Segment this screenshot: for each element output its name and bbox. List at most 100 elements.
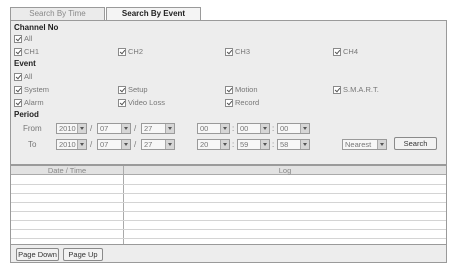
from-label: From [23, 124, 42, 133]
from-second-value: 00 [280, 124, 289, 133]
event-smart-checkbox[interactable]: S.M.A.R.T. [333, 85, 379, 94]
tab-search-by-event[interactable]: Search By Event [106, 7, 201, 20]
check-icon [118, 47, 126, 56]
time-separator: : [232, 140, 235, 149]
from-hour-value: 00 [200, 124, 209, 133]
to-label: To [28, 140, 37, 149]
channel-ch3-label: CH3 [235, 47, 251, 56]
table-row[interactable] [11, 211, 446, 212]
event-setup-checkbox[interactable]: Setup [118, 85, 148, 94]
to-second-select[interactable]: 58 [277, 139, 310, 150]
table-row[interactable] [11, 229, 446, 230]
event-record-label: Record [235, 98, 260, 107]
event-all-label: All [24, 72, 33, 81]
check-icon [118, 98, 126, 107]
channel-ch2-checkbox[interactable]: CH2 [118, 47, 143, 56]
event-setup-label: Setup [128, 85, 148, 94]
check-icon [225, 85, 233, 94]
chevron-down-icon [77, 140, 86, 149]
event-video-loss-checkbox[interactable]: Video Loss [118, 98, 165, 107]
event-all-checkbox[interactable]: All [14, 72, 32, 81]
channel-ch1-checkbox[interactable]: CH1 [14, 47, 39, 56]
check-icon [333, 47, 341, 56]
from-day-value: 27 [144, 124, 153, 133]
chevron-down-icon [220, 124, 229, 133]
table-row[interactable] [11, 238, 446, 239]
check-icon [14, 85, 22, 94]
table-row[interactable] [11, 193, 446, 194]
page-up-button[interactable]: Page Up [63, 248, 103, 261]
from-minute-select[interactable]: 00 [237, 123, 270, 134]
event-record-checkbox[interactable]: Record [225, 98, 259, 107]
event-smart-label: S.M.A.R.T. [343, 85, 379, 94]
search-tabs: Search By Time Search By Event [10, 7, 201, 20]
from-day-select[interactable]: 27 [141, 123, 175, 134]
event-section-title: Event [14, 59, 36, 68]
to-month-value: 07 [100, 140, 109, 149]
channel-section-title: Channel No [14, 23, 59, 32]
channel-all-label: All [24, 34, 33, 43]
page-down-button[interactable]: Page Down [16, 248, 59, 261]
table-row[interactable] [11, 220, 446, 221]
chevron-down-icon [121, 140, 130, 149]
from-month-value: 07 [100, 124, 109, 133]
from-second-select[interactable]: 00 [277, 123, 310, 134]
event-system-checkbox[interactable]: System [14, 85, 49, 94]
from-minute-value: 00 [240, 124, 249, 133]
to-day-select[interactable]: 27 [141, 139, 175, 150]
chevron-down-icon [377, 140, 386, 149]
chevron-down-icon [165, 140, 174, 149]
column-header-log: Log [278, 166, 292, 175]
to-year-select[interactable]: 2010 [56, 139, 87, 150]
channel-all-checkbox[interactable]: All [14, 34, 32, 43]
date-separator: / [134, 124, 137, 133]
chevron-down-icon [260, 140, 269, 149]
to-hour-select[interactable]: 20 [197, 139, 230, 150]
to-minute-value: 59 [240, 140, 249, 149]
tab-search-by-time[interactable]: Search By Time [10, 7, 105, 20]
from-month-select[interactable]: 07 [97, 123, 131, 134]
to-hour-value: 20 [200, 140, 209, 149]
results-table: Date / Time Log [10, 165, 447, 245]
check-icon [118, 85, 126, 94]
to-minute-select[interactable]: 59 [237, 139, 270, 150]
from-year-select[interactable]: 2010 [56, 123, 87, 134]
period-section-title: Period [14, 110, 39, 119]
event-alarm-label: Alarm [24, 98, 44, 107]
event-system-label: System [24, 85, 50, 94]
table-row[interactable] [11, 202, 446, 203]
event-motion-checkbox[interactable]: Motion [225, 85, 258, 94]
channel-ch4-label: CH4 [343, 47, 359, 56]
search-button[interactable]: Search [394, 137, 437, 150]
channel-ch4-checkbox[interactable]: CH4 [333, 47, 358, 56]
channel-ch3-checkbox[interactable]: CH3 [225, 47, 250, 56]
search-criteria-panel: Channel No All CH1 CH2 CH3 CH4 Event All… [10, 20, 447, 165]
column-divider [123, 166, 124, 244]
table-header: Date / Time Log [11, 166, 446, 175]
date-separator: / [90, 124, 93, 133]
to-year-value: 2010 [59, 140, 76, 149]
search-mode-select[interactable]: Nearest [342, 139, 387, 150]
from-hour-select[interactable]: 00 [197, 123, 230, 134]
check-icon [225, 47, 233, 56]
pagination-bar: Page Down Page Up [10, 245, 447, 263]
to-month-select[interactable]: 07 [97, 139, 131, 150]
table-row[interactable] [11, 184, 446, 185]
time-separator: : [272, 140, 275, 149]
check-icon [14, 72, 22, 81]
to-day-value: 27 [144, 140, 153, 149]
channel-ch2-label: CH2 [128, 47, 144, 56]
time-separator: : [272, 124, 275, 133]
date-separator: / [90, 140, 93, 149]
chevron-down-icon [300, 140, 309, 149]
chevron-down-icon [165, 124, 174, 133]
check-icon [14, 47, 22, 56]
chevron-down-icon [220, 140, 229, 149]
chevron-down-icon [121, 124, 130, 133]
event-alarm-checkbox[interactable]: Alarm [14, 98, 44, 107]
check-icon [14, 98, 22, 107]
chevron-down-icon [260, 124, 269, 133]
time-separator: : [232, 124, 235, 133]
event-search-window: Search By Time Search By Event Channel N… [0, 0, 449, 264]
search-mode-value: Nearest [345, 140, 372, 149]
